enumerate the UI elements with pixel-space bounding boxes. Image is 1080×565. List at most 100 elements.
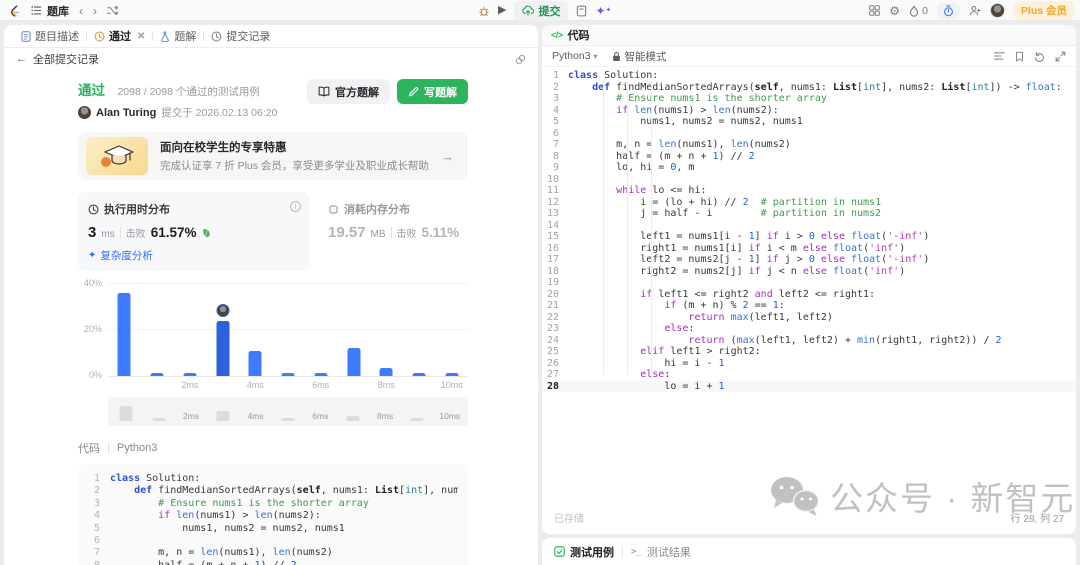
code-line: 4 if len(nums1) > len(nums2):: [88, 510, 458, 522]
cloud-upload-icon: [522, 5, 534, 16]
memory-unit: MB: [371, 229, 386, 240]
editor-tab-label[interactable]: 代码: [568, 27, 590, 43]
back-arrow-icon[interactable]: ←: [16, 53, 27, 65]
tab-submissions[interactable]: 提交记录: [204, 28, 277, 44]
runtime-bar-3ms[interactable]: [216, 321, 229, 376]
settings-gear-icon[interactable]: ⚙: [889, 5, 900, 17]
x-tick-label: 4ms: [239, 380, 272, 390]
tab-passed[interactable]: 通过 ✕: [87, 28, 152, 44]
chart-plot-area[interactable]: 0%20%40%: [108, 285, 468, 377]
code-editor-panel: </> 代码 Python3 ▾ 智能模式: [542, 25, 1076, 534]
runtime-distribution-chart: 0%20%40% 2ms4ms6ms8ms10ms 2ms4ms6ms8ms10…: [78, 285, 468, 426]
y-tick-label: 0%: [78, 370, 102, 380]
info-icon[interactable]: i: [290, 201, 301, 212]
cursor-position: 行 28, 列 27: [1011, 510, 1064, 525]
code-line: 2 def findMedianSortedArrays(self, nums1…: [542, 82, 1076, 94]
language-label: Python3: [552, 50, 591, 62]
runtime-unit: ms: [101, 229, 114, 240]
code-line: 27 else:: [542, 369, 1076, 381]
code-line: 13 j = half - i # partition in nums2: [542, 208, 1076, 220]
code-line: 3 # Ensure nums1 is the shorter array: [88, 498, 458, 510]
your-submission-marker[interactable]: [216, 304, 229, 317]
nav-problems-label: 题库: [47, 3, 69, 19]
tab-solutions[interactable]: 题解: [153, 28, 203, 44]
left-tab-bar: 题目描述 通过 ✕ 题解 提交记录: [4, 25, 538, 48]
plus-membership-badge[interactable]: Plus 会员: [1014, 1, 1074, 20]
minimap-tick-label: 10ms: [439, 411, 460, 421]
author-avatar[interactable]: [78, 106, 91, 119]
tab-testcase[interactable]: 测试用例: [554, 544, 614, 560]
runtime-bar-0ms[interactable]: [118, 293, 131, 376]
bookmark-icon[interactable]: [1015, 51, 1024, 62]
code-line: 8 half = (m + n + 1) // 2: [88, 560, 458, 565]
submission-cases: 2098 / 2098 个通过的测试用例: [117, 86, 259, 98]
leetcode-logo[interactable]: [8, 3, 21, 18]
runtime-bar-6ms[interactable]: [314, 373, 327, 376]
tab-description[interactable]: 题目描述: [14, 28, 86, 44]
code-line: 14: [542, 220, 1076, 232]
random-problem-icon[interactable]: [107, 5, 118, 16]
y-tick-label: 40%: [78, 278, 102, 288]
runtime-bar-9ms[interactable]: [412, 373, 425, 376]
code-line: 15 left1 = nums1[i - 1] if i > 0 else fl…: [542, 231, 1076, 243]
chart-x-axis: 2ms4ms6ms8ms10ms: [108, 377, 468, 392]
tab-testcase-label: 测试用例: [570, 544, 614, 560]
code-line: 6: [88, 535, 458, 547]
submit-button[interactable]: 提交: [514, 1, 568, 21]
runtime-bar-10ms[interactable]: [445, 373, 458, 376]
author-name[interactable]: Alan Turing: [96, 107, 156, 119]
code-line: 24 return (max(left1, left2) + min(right…: [542, 335, 1076, 347]
user-avatar[interactable]: [990, 3, 1005, 18]
close-tab-icon[interactable]: ✕: [137, 31, 145, 42]
memory-title: 消耗内存分布: [344, 201, 410, 217]
language-selector[interactable]: Python3 ▾: [552, 50, 598, 62]
y-tick-label: 20%: [78, 324, 102, 334]
all-submissions-label[interactable]: 全部提交记录: [33, 51, 99, 67]
runtime-beats-value: 61.57%: [151, 225, 197, 240]
runtime-bar-4ms[interactable]: [249, 351, 262, 376]
timer-button[interactable]: [937, 3, 960, 19]
student-promo-banner[interactable]: 面向在校学生的专享特惠 完成认证享 7 折 Plus 会员，享受更多学业及职业成…: [78, 132, 468, 180]
run-code-icon[interactable]: ▶: [498, 5, 506, 16]
complexity-analysis-link[interactable]: ✦ 复杂度分析: [88, 248, 300, 263]
next-problem-icon[interactable]: ›: [93, 5, 97, 17]
lock-icon: [612, 51, 621, 62]
chart-minimap-brush[interactable]: 2ms4ms6ms8ms10ms: [108, 397, 468, 426]
runtime-bar-1ms[interactable]: [151, 373, 164, 376]
ai-assistant-icon[interactable]: ✦✦: [595, 5, 611, 17]
copy-link-icon[interactable]: [515, 54, 526, 65]
editor-tab-bar: </> 代码: [542, 25, 1076, 46]
tab-test-result[interactable]: >_ 测试结果: [631, 544, 691, 560]
memory-card[interactable]: 消耗内存分布 19.57 MB 击败 5.11%: [310, 192, 459, 271]
write-solution-button[interactable]: 写题解: [397, 79, 468, 104]
runtime-bar-7ms[interactable]: [347, 348, 360, 376]
invite-user-icon[interactable]: [969, 5, 981, 16]
debug-icon[interactable]: [478, 5, 490, 17]
x-tick-label: 10ms: [435, 380, 468, 390]
prev-problem-icon[interactable]: ‹: [79, 5, 83, 17]
leaf-icon: [201, 227, 212, 238]
code-line: 5 nums1, nums2 = nums2, nums1: [88, 523, 458, 535]
official-solution-label: 官方题解: [335, 84, 379, 100]
runtime-bar-5ms[interactable]: [282, 373, 295, 376]
submissions-clock-icon: [211, 31, 222, 42]
tab-test-result-label: 测试结果: [647, 544, 691, 560]
code-editor[interactable]: 1class Solution:2 def findMedianSortedAr…: [542, 68, 1076, 504]
fullscreen-icon[interactable]: [1055, 51, 1066, 62]
reset-code-icon[interactable]: [1034, 51, 1045, 62]
official-solution-button[interactable]: 官方题解: [307, 79, 390, 104]
promo-arrow-icon[interactable]: →: [441, 149, 454, 164]
problem-list-nav[interactable]: 题库: [31, 3, 69, 19]
pencil-icon: [408, 86, 419, 97]
runtime-bar-8ms[interactable]: [380, 368, 393, 376]
runtime-card[interactable]: 执行用时分布 i 3 ms 击败 61.57% ✦ 复杂度分析: [78, 192, 310, 271]
layout-grid-icon[interactable]: [869, 5, 880, 16]
code-line: 7 m, n = len(nums1), len(nums2): [88, 547, 458, 559]
streak-counter[interactable]: 0: [909, 5, 928, 17]
runtime-bar-2ms[interactable]: [183, 373, 196, 376]
tab-submissions-label: 提交记录: [226, 28, 270, 44]
format-code-icon[interactable]: [994, 51, 1005, 62]
notes-icon[interactable]: [576, 5, 587, 17]
code-line: 26 hi = i - 1: [542, 358, 1076, 370]
smart-mode-toggle[interactable]: 智能模式: [612, 49, 667, 64]
